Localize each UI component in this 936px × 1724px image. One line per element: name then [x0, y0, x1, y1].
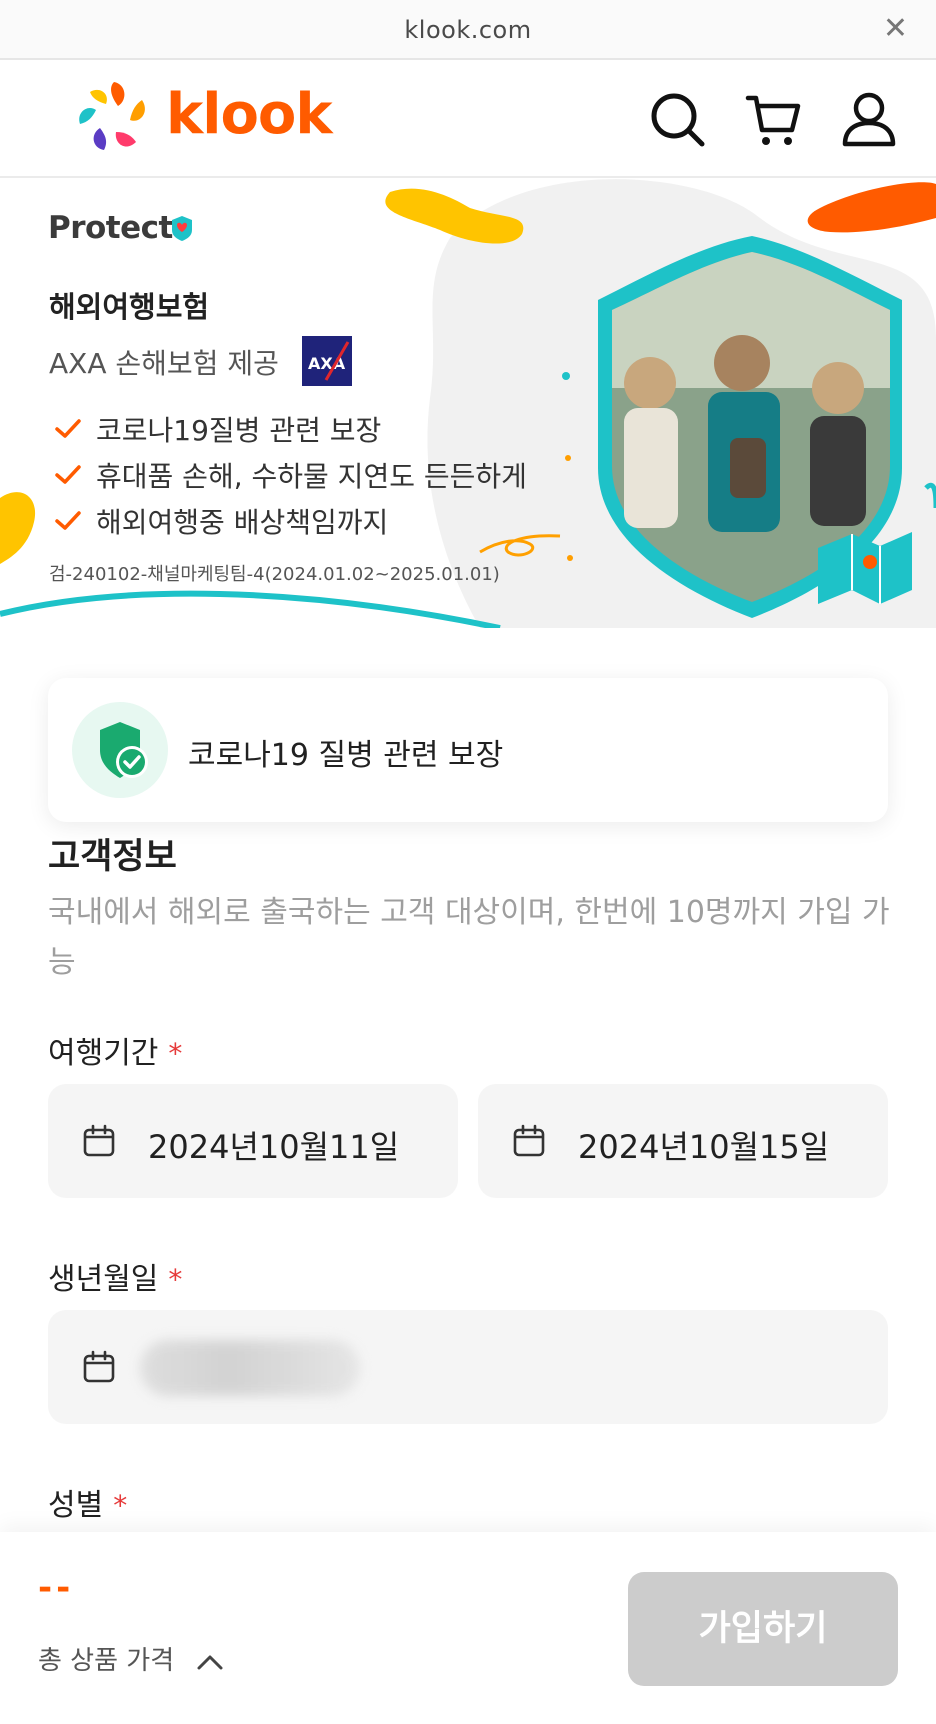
feature-text: 코로나19질병 관련 보장 [96, 414, 382, 447]
section-title: 고객정보 [48, 837, 177, 877]
search-icon[interactable] [648, 90, 706, 148]
klook-logo[interactable]: klook [74, 78, 334, 162]
required-mark: * [168, 1037, 183, 1070]
gender-label: 성별 * [48, 1480, 127, 1524]
birthdate-field[interactable] [48, 1310, 888, 1424]
calendar-icon [513, 1124, 545, 1157]
axa-logo-icon: AXA [302, 336, 352, 386]
klook-logo-mark-icon [79, 82, 145, 150]
check-icon [55, 511, 81, 530]
feature-item: 해외여행중 배상책임까지 [54, 498, 527, 544]
coverage-icon-bg [72, 702, 168, 798]
start-date-field[interactable]: 2024년10월11일 [48, 1084, 458, 1198]
chevron-up-icon [197, 1655, 223, 1669]
total-price: -- [38, 1568, 75, 1608]
check-icon [55, 419, 81, 438]
klook-wordmark: klook [166, 82, 333, 147]
feature-item: 코로나19질병 관련 보장 [54, 406, 527, 452]
protect-badge-icon [172, 216, 192, 241]
regulatory-note: 검-240102-채널마케팅팀-4(2024.01.02~2025.01.01) [49, 564, 500, 585]
birthdate-label-text: 생년월일 [48, 1262, 159, 1297]
travel-period-label-text: 여행기간 [48, 1036, 159, 1071]
required-mark: * [113, 1489, 128, 1522]
shield-check-icon [100, 722, 148, 778]
banner-title: 해외여행보험 [49, 290, 210, 324]
feature-text: 해외여행중 배상책임까지 [96, 506, 389, 539]
total-price-label: 총 상품 가격 [38, 1646, 175, 1676]
coverage-card[interactable]: 코로나19 질병 관련 보장 [48, 678, 888, 822]
insurance-banner: Protect 해외여행보험 AXA 손해보험 제공 AXA 코로나19질병 관… [0, 178, 936, 628]
section-description: 국내에서 해외로 출국하는 고객 대상이며, 한번에 10명까지 가입 가능 [48, 895, 890, 980]
user-icon[interactable] [840, 90, 898, 148]
site-header: klook [0, 60, 936, 178]
start-date-value: 2024년10월11일 [148, 1128, 400, 1166]
feature-list: 코로나19질병 관련 보장 휴대품 손해, 수하물 지연도 든든하게 해외여행중… [54, 406, 527, 544]
protect-logo: Protect [48, 210, 173, 246]
close-icon[interactable]: ✕ [883, 14, 908, 44]
cart-icon[interactable] [744, 90, 802, 148]
check-icon [55, 465, 81, 484]
end-date-field[interactable]: 2024년10월15일 [478, 1084, 888, 1198]
feature-text: 휴대품 손해, 수하물 지연도 든든하게 [96, 460, 527, 493]
banner-subtitle: AXA 손해보험 제공 [49, 347, 279, 380]
required-mark: * [168, 1263, 183, 1296]
gender-label-text: 성별 [48, 1488, 104, 1523]
calendar-icon [83, 1124, 115, 1157]
url-text: klook.com [404, 16, 532, 44]
feature-item: 휴대품 손해, 수하물 지연도 든든하게 [54, 452, 527, 498]
birthdate-label: 생년월일 * [48, 1254, 182, 1298]
calendar-icon [83, 1350, 115, 1383]
bottom-action-bar: -- 총 상품 가격 가입하기 [0, 1532, 936, 1724]
end-date-value: 2024년10월15일 [578, 1128, 830, 1166]
travel-period-label: 여행기간 * [48, 1028, 182, 1072]
redacted-birthdate [140, 1340, 360, 1396]
join-button[interactable]: 가입하기 [628, 1572, 898, 1686]
coverage-label: 코로나19 질병 관련 보장 [188, 738, 504, 773]
total-price-toggle[interactable]: 총 상품 가격 [38, 1640, 224, 1677]
browser-url-bar: klook.com ✕ [0, 0, 936, 60]
